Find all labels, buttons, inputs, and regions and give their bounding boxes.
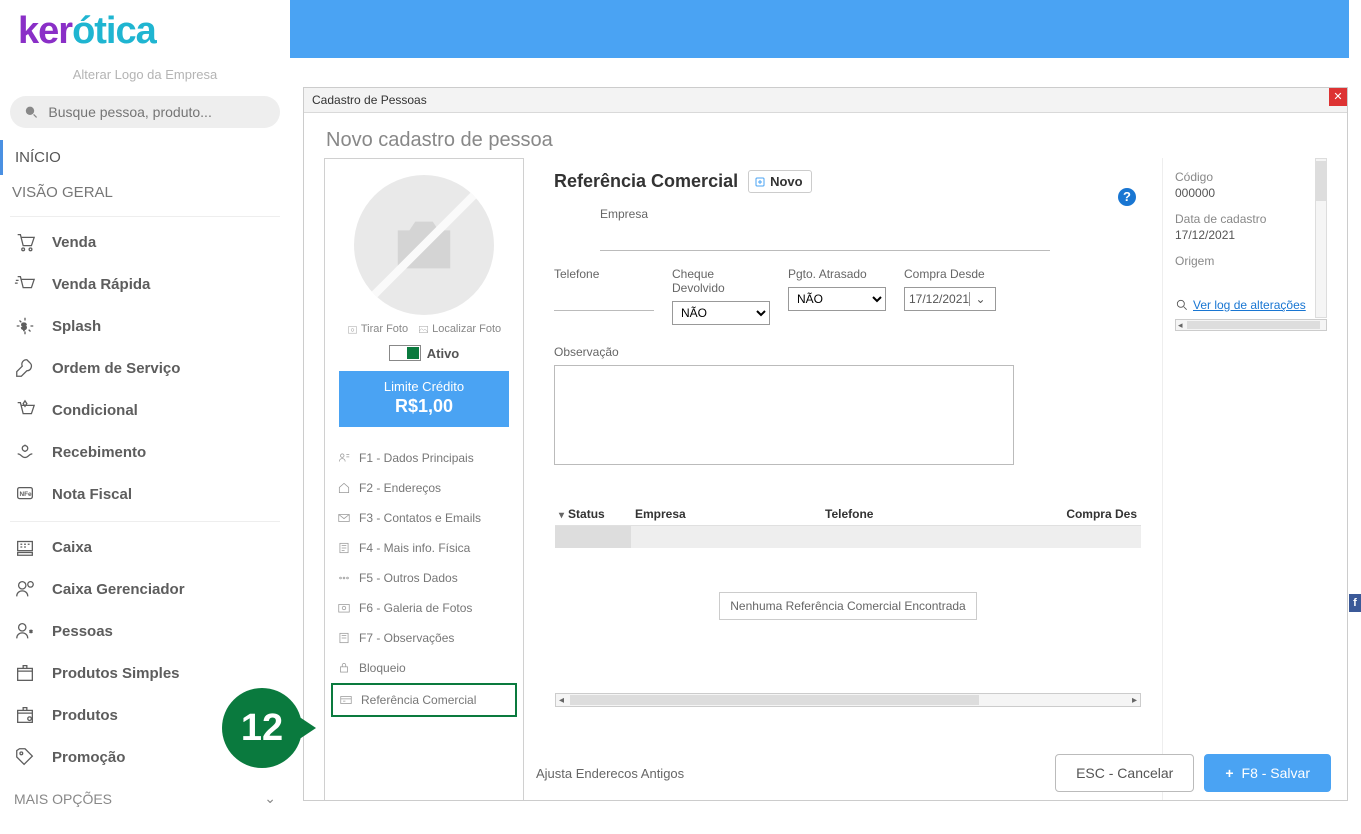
novo-button[interactable]: Novo: [748, 170, 812, 193]
referencias-grid: Status Empresa Telefone Compra Des Nenhu…: [554, 502, 1142, 708]
datacad-label: Data de cadastro: [1175, 212, 1327, 226]
nav-recebimento[interactable]: Recebimento: [10, 431, 280, 473]
svg-text:NFe: NFe: [20, 491, 33, 498]
nav-venda[interactable]: Venda: [10, 221, 280, 263]
step-badge: 12: [222, 688, 302, 768]
right-panel: Código 000000 Data de cadastro 17/12/202…: [1162, 158, 1327, 800]
grid-row-empty: [555, 526, 1141, 548]
logo-tagline[interactable]: Alterar Logo da Empresa: [0, 67, 290, 82]
nav-condicional[interactable]: Condicional: [10, 389, 280, 431]
modal-cadastro-pessoas: Cadastro de Pessoas ✕ Novo cadastro de p…: [303, 87, 1348, 801]
grid-horizontal-scrollbar[interactable]: ◂▸: [555, 693, 1141, 707]
nav-group-1: Venda Venda Rápida $Splash Ordem de Serv…: [10, 216, 280, 515]
nav-venda-rapida[interactable]: Venda Rápida: [10, 263, 280, 305]
telefone-label: Telefone: [554, 267, 654, 281]
camera-icon: [389, 215, 459, 275]
grid-header[interactable]: Status Empresa Telefone Compra Des: [555, 503, 1141, 526]
tab-outros-dados[interactable]: F5 - Outros Dados: [331, 563, 517, 593]
section-title: Referência Comercial: [554, 171, 738, 192]
nav-ordem-servico[interactable]: Ordem de Serviço: [10, 347, 280, 389]
col-compra-desde[interactable]: Compra Des: [945, 507, 1141, 521]
tirar-foto-link[interactable]: Tirar Foto: [347, 323, 408, 335]
svg-text:$: $: [21, 322, 26, 332]
origem-label: Origem: [1175, 254, 1327, 268]
search-icon: [24, 104, 38, 120]
photo-placeholder[interactable]: [354, 175, 494, 315]
ver-log-link[interactable]: Ver log de alterações: [1175, 298, 1306, 312]
search-input[interactable]: [48, 104, 266, 120]
compra-label: Compra Desde: [904, 267, 996, 281]
nav-produtos-simples[interactable]: Produtos Simples: [10, 652, 280, 694]
tab-observacoes[interactable]: F7 - Observações: [331, 623, 517, 653]
nav-caixa-gerenciador[interactable]: Caixa Gerenciador: [10, 568, 280, 610]
codigo-label: Código: [1175, 170, 1327, 184]
tab-mais-info-fisica[interactable]: F4 - Mais info. Física: [331, 533, 517, 563]
logo-part1: ker: [18, 10, 72, 52]
compra-date-input[interactable]: 17/12/2021⌄: [904, 287, 996, 311]
plus-icon: [754, 176, 766, 188]
ativo-toggle[interactable]: Ativo: [331, 345, 517, 361]
col-telefone[interactable]: Telefone: [825, 507, 945, 521]
nav-pessoas[interactable]: Pessoas: [10, 610, 280, 652]
nav-splash[interactable]: $Splash: [10, 305, 280, 347]
right-vertical-scrollbar[interactable]: [1315, 158, 1327, 318]
tab-bloqueio[interactable]: Bloqueio: [331, 653, 517, 683]
observacao-label: Observação: [554, 345, 1142, 359]
grid-empty-message: Nenhuma Referência Comercial Encontrada: [555, 598, 1141, 613]
modal-footer: Ajusta Enderecos Antigos ESC - Cancelar …: [524, 746, 1347, 800]
codigo-value: 000000: [1175, 186, 1327, 200]
cheque-label: Cheque Devolvido: [672, 267, 770, 295]
pgto-select[interactable]: NÃO: [788, 287, 886, 311]
tab-referencia-comercial[interactable]: Referência Comercial: [331, 683, 517, 717]
right-edge-strip: f: [1349, 0, 1361, 834]
logo-part2: ótica: [72, 10, 156, 52]
datacad-value: 17/12/2021: [1175, 228, 1327, 242]
empresa-input[interactable]: [600, 227, 1050, 251]
observacao-textarea[interactable]: [554, 365, 1014, 465]
col-empresa[interactable]: Empresa: [635, 507, 825, 521]
facebook-icon[interactable]: f: [1349, 594, 1361, 612]
nav-visao-geral[interactable]: VISÃO GERAL: [0, 175, 290, 210]
help-icon[interactable]: ?: [1118, 188, 1136, 206]
nav-caixa[interactable]: Caixa: [10, 526, 280, 568]
close-icon[interactable]: ✕: [1329, 88, 1347, 106]
limite-credito-button[interactable]: Limite Crédito R$1,00: [339, 371, 509, 427]
localizar-foto-link[interactable]: Localizar Foto: [418, 323, 501, 335]
save-button[interactable]: +F8 - Salvar: [1204, 754, 1331, 792]
tab-contatos-emails[interactable]: F3 - Contatos e Emails: [331, 503, 517, 533]
chevron-down-icon[interactable]: ⌄: [969, 292, 991, 306]
chevron-down-icon: ⌄: [264, 790, 276, 807]
top-bar: [290, 0, 1361, 58]
telefone-input[interactable]: [554, 287, 654, 311]
tab-enderecos[interactable]: F2 - Endereços: [331, 473, 517, 503]
ajusta-enderecos-link[interactable]: Ajusta Enderecos Antigos: [536, 766, 1045, 781]
empresa-label: Empresa: [600, 207, 1050, 221]
tab-dados-principais[interactable]: F1 - Dados Principais: [331, 443, 517, 473]
search-icon: [1175, 298, 1189, 312]
modal-title-bar: Cadastro de Pessoas ✕: [304, 88, 1347, 113]
nav-inicio[interactable]: INÍCIO: [0, 140, 290, 175]
tab-galeria-fotos[interactable]: F6 - Galeria de Fotos: [331, 593, 517, 623]
col-status[interactable]: Status: [555, 507, 635, 521]
logo: kerótica: [0, 10, 290, 61]
modal-heading: Novo cadastro de pessoa: [304, 113, 1347, 160]
right-horizontal-scrollbar[interactable]: ◂: [1175, 319, 1327, 331]
cancel-button[interactable]: ESC - Cancelar: [1055, 754, 1194, 792]
cheque-select[interactable]: NÃO: [672, 301, 770, 325]
nav-more-options[interactable]: MAIS OPÇÕES ⌄: [0, 778, 290, 807]
nav-nota-fiscal[interactable]: NFeNota Fiscal: [10, 473, 280, 515]
search-box[interactable]: [10, 96, 280, 128]
pgto-label: Pgto. Atrasado: [788, 267, 886, 281]
left-panel: Tirar Foto Localizar Foto Ativo Limite C…: [324, 158, 524, 800]
center-panel: Referência Comercial Novo ? Empresa Tele…: [524, 158, 1162, 800]
